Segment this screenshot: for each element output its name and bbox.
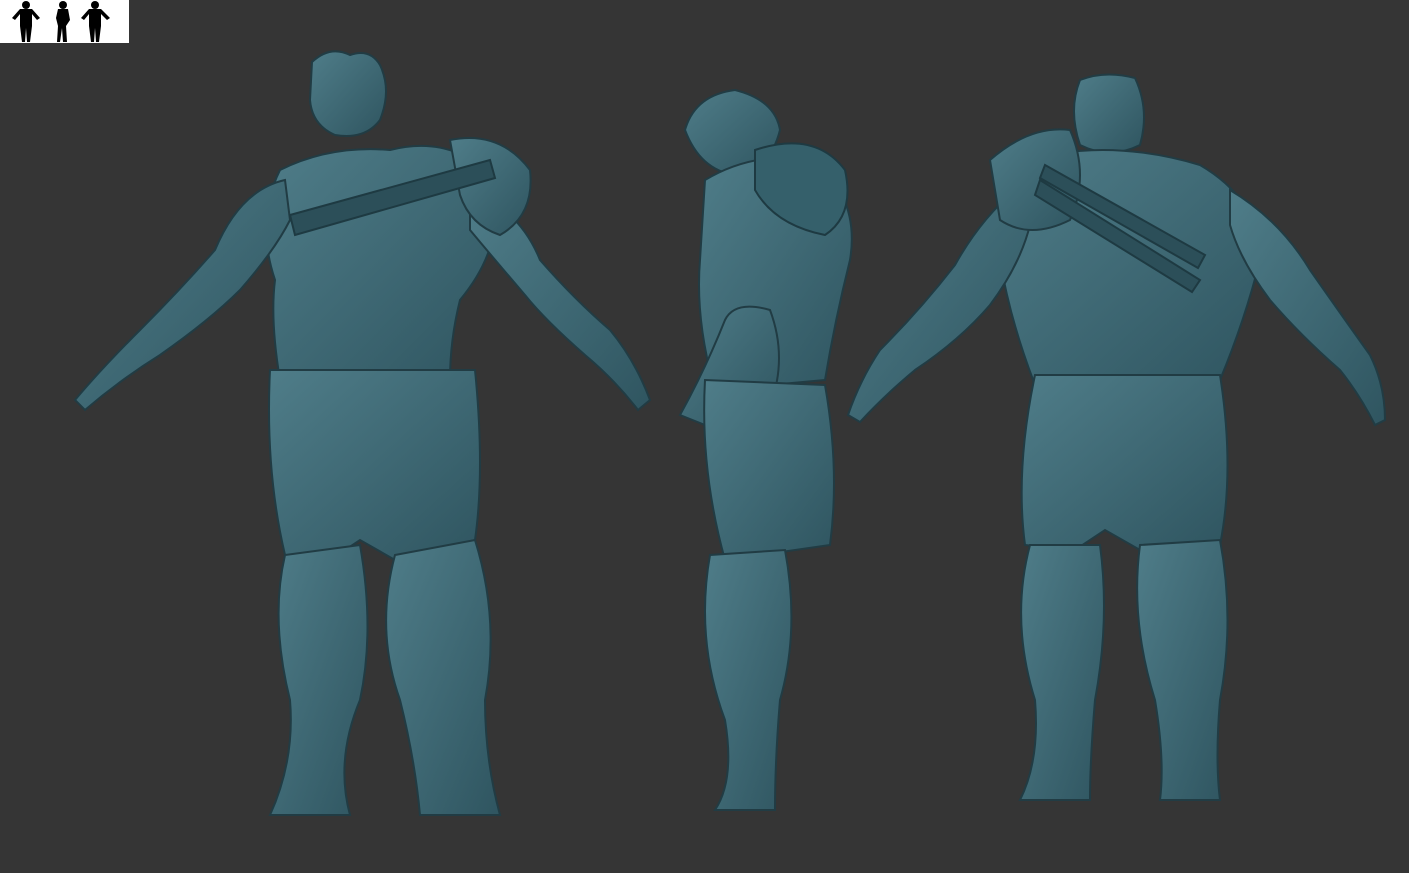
side-view-model	[665, 0, 865, 873]
back-view-model	[840, 0, 1400, 873]
front-view-model	[30, 0, 660, 873]
sculpt-viewport[interactable]	[0, 0, 1409, 873]
